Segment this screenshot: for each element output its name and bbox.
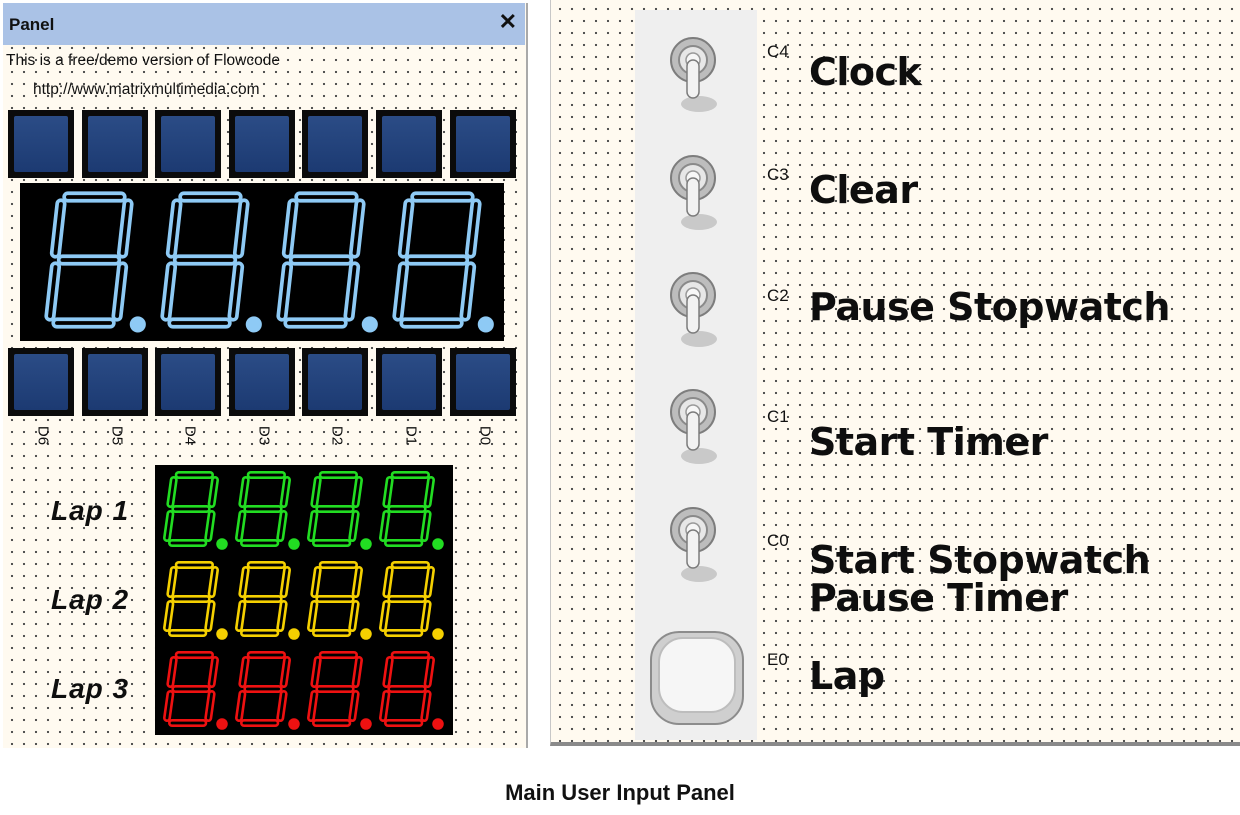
toggle-switch-c3[interactable] (661, 148, 731, 238)
switch-column (635, 10, 757, 740)
lap-2-digit-3 (307, 561, 372, 640)
lap-seven-segment-digits (163, 471, 444, 730)
led-top-5 (302, 110, 369, 178)
led-face (455, 116, 510, 172)
seven-segment-display-main (20, 183, 504, 341)
lap-push-button[interactable] (647, 628, 747, 728)
led-face (234, 354, 289, 410)
toggle-switch-icon[interactable] (661, 382, 731, 472)
led-top-4 (228, 110, 295, 178)
control-label-c3: Clear (809, 168, 918, 212)
led-face (308, 354, 363, 410)
led-face (87, 116, 142, 172)
led-face (14, 116, 68, 172)
lap-displays (155, 465, 453, 735)
lap-3-digit-3 (307, 651, 372, 730)
figure-caption: Main User Input Panel (505, 780, 735, 805)
toggle-switch-icon[interactable] (661, 265, 731, 355)
led-bottom-6 (376, 348, 442, 416)
io-pin-c0: C0 (767, 531, 789, 550)
lap-2-digit-2 (235, 561, 300, 640)
led-top-3 (155, 110, 222, 178)
lap-1-digit-1 (163, 471, 228, 550)
lap-2-digit-4 (379, 561, 444, 640)
lap-1-digit-4 (379, 471, 444, 550)
led-top-2 (81, 110, 148, 178)
seven-segment-digits (44, 191, 494, 333)
led-bottom-1 (8, 348, 74, 416)
led-bottom-7 (449, 348, 516, 416)
led-bottom-5 (302, 348, 369, 416)
port-label-d1: D1 (402, 425, 420, 446)
port-label-d3: D3 (255, 425, 273, 446)
panel-titlebar[interactable]: Panel ✕ (3, 3, 525, 45)
main-digit-3 (276, 191, 378, 333)
io-pin-c1: C1 (767, 407, 789, 426)
led-face (234, 116, 289, 172)
toggle-switch-icon[interactable] (661, 500, 731, 590)
lap-2-digit-1 (163, 561, 228, 640)
control-label-c0-line-2: Pause Timer (809, 576, 1068, 620)
panel-title: Panel (9, 15, 55, 34)
control-label-c2: Pause Stopwatch (809, 285, 1170, 329)
led-bottom-4 (228, 348, 295, 416)
main-digit-1 (44, 191, 146, 333)
led-face (161, 354, 216, 410)
led-face (382, 116, 436, 172)
toggle-switch-c4[interactable] (661, 30, 731, 120)
panel-body: This is a free/demo version of Flowcode … (3, 45, 525, 748)
port-label-d4: D4 (181, 425, 199, 446)
demo-notice-text: This is a free/demo version of Flowcode (6, 52, 280, 69)
io-pin-c2: C2 (767, 286, 789, 305)
led-row-top (8, 110, 523, 178)
lap-label-2: Lap 2 (51, 584, 130, 615)
control-label-e0: Lap (809, 654, 885, 698)
led-bottom-3 (155, 348, 222, 416)
toggle-switch-icon[interactable] (661, 30, 731, 120)
io-pin-c3: C3 (767, 165, 789, 184)
led-face (14, 354, 68, 410)
main-digit-2 (160, 191, 262, 333)
led-top-1 (8, 110, 74, 178)
toggle-switch-icon[interactable] (661, 148, 731, 238)
port-label-d2: D2 (328, 425, 346, 446)
led-top-7 (449, 110, 516, 178)
led-face (161, 116, 216, 172)
push-button-icon[interactable] (647, 628, 747, 728)
control-label-c4: Clock (809, 50, 922, 94)
lap-3-digit-1 (163, 651, 228, 730)
lap-1-digit-3 (307, 471, 372, 550)
io-pin-c4: C4 (767, 42, 789, 61)
port-label-d0: D0 (476, 425, 494, 446)
user-input-panel: C4 Clock C3 Clear C2 Pause Stopwatch C1 Start T… (550, 0, 1240, 746)
toggle-switch-c1[interactable] (661, 382, 731, 472)
led-bottom-2 (81, 348, 148, 416)
demo-notice-url[interactable]: http://www.matrixmultimedia.com (33, 81, 260, 99)
lap-label-1: Lap 1 (51, 495, 130, 526)
io-pin-e0: E0 (767, 650, 788, 669)
toggle-switch-c2[interactable] (661, 265, 731, 355)
lap-3-digit-2 (235, 651, 300, 730)
port-label-d5: D5 (108, 425, 126, 446)
main-digit-4 (392, 191, 494, 333)
led-face (308, 116, 363, 172)
led-face (455, 354, 510, 410)
lap-3-digit-4 (379, 651, 444, 730)
close-icon[interactable]: ✕ (499, 9, 517, 35)
port-label-d6: D6 (34, 425, 52, 446)
lap-label-3: Lap 3 (51, 673, 130, 704)
led-face (382, 354, 436, 410)
flowcode-panel-window: Panel ✕ This is a free/demo version of F… (3, 3, 528, 748)
led-top-6 (376, 110, 442, 178)
toggle-switch-c0[interactable] (661, 500, 731, 590)
led-face (87, 354, 142, 410)
led-row-bottom (8, 348, 523, 416)
control-label-c1: Start Timer (809, 420, 1048, 464)
lap-1-digit-2 (235, 471, 300, 550)
